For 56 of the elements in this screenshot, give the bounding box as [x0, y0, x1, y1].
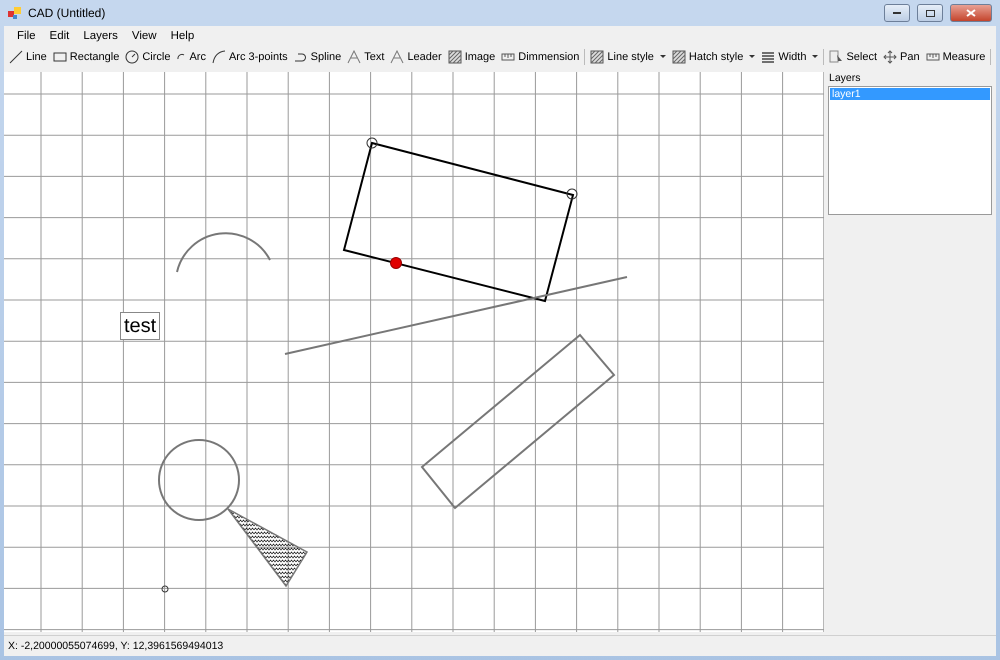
menu-item[interactable]: Edit: [42, 30, 76, 42]
close-icon: [966, 9, 976, 17]
toolbar-button[interactable]: Hatch style: [668, 47, 758, 67]
toolbar-button[interactable]: Width: [758, 47, 822, 67]
window-title: CAD (Untitled): [28, 6, 106, 20]
toolbar-button[interactable]: Spline: [290, 47, 344, 67]
toolbar-button[interactable]: Pan: [880, 47, 923, 67]
toolbar-button[interactable]: Rectangle: [50, 47, 122, 67]
arc-shape[interactable]: [176, 232, 271, 272]
point-marker[interactable]: [162, 586, 168, 592]
toolbar-button[interactable]: Line: [6, 47, 50, 67]
text-object[interactable]: test: [120, 312, 160, 340]
letter-a-icon: [390, 50, 404, 64]
maximize-icon: [926, 10, 934, 16]
minimize-icon: [893, 12, 901, 14]
panel-title: Layers: [829, 72, 862, 84]
hatched-triangle[interactable]: [227, 508, 308, 588]
dropdown-caret-icon: [749, 55, 756, 59]
toolbar-button[interactable]: Circle: [122, 47, 174, 67]
lines-icon: [761, 50, 776, 64]
grip-handle[interactable]: [566, 188, 578, 200]
hatch-icon: [672, 50, 686, 64]
move-icon: [883, 50, 898, 64]
hatch-icon: [448, 50, 462, 64]
menu-item[interactable]: Help: [164, 30, 202, 42]
close-button[interactable]: [950, 4, 992, 22]
arc-icon: [212, 50, 226, 64]
line-icon: [9, 50, 23, 64]
menu-item[interactable]: View: [124, 30, 164, 42]
menu-item[interactable]: File: [10, 30, 43, 42]
maximize-button[interactable]: [917, 4, 943, 22]
cursor-coordinates: X: -2,20000055074699, Y: 12,3961569494013: [8, 640, 224, 652]
circle-shape[interactable]: [158, 439, 240, 521]
dropdown-caret-icon: [660, 55, 666, 59]
app-icon: [8, 6, 22, 20]
toolbar-button[interactable]: Image: [444, 47, 498, 67]
rectangle-icon: [52, 50, 67, 64]
snap-point: [390, 257, 402, 269]
toolbar-button[interactable]: Text: [344, 47, 388, 67]
circle-icon: [125, 50, 140, 64]
letter-a-icon: [347, 50, 362, 64]
line-shape[interactable]: [284, 276, 628, 355]
toolbar-button[interactable]: Arc: [173, 47, 209, 67]
toolbar-button[interactable]: Dimmension: [498, 47, 582, 67]
drawing-canvas[interactable]: test: [4, 72, 824, 632]
minimize-button[interactable]: [884, 4, 910, 22]
dropdown-caret-icon: [812, 55, 818, 59]
grip-handle[interactable]: [366, 138, 378, 148]
toolbar-button[interactable]: Measure: [922, 47, 988, 67]
toolbar-button[interactable]: Leader: [387, 47, 445, 67]
toolbar-button[interactable]: Select: [826, 47, 880, 67]
hatch-icon: [590, 50, 604, 64]
select-icon: [829, 50, 844, 64]
menu-item[interactable]: Layers: [76, 30, 125, 42]
toolbar-button[interactable]: Line style: [587, 47, 669, 67]
toolbar-button[interactable]: Arc 3-points: [208, 47, 291, 67]
